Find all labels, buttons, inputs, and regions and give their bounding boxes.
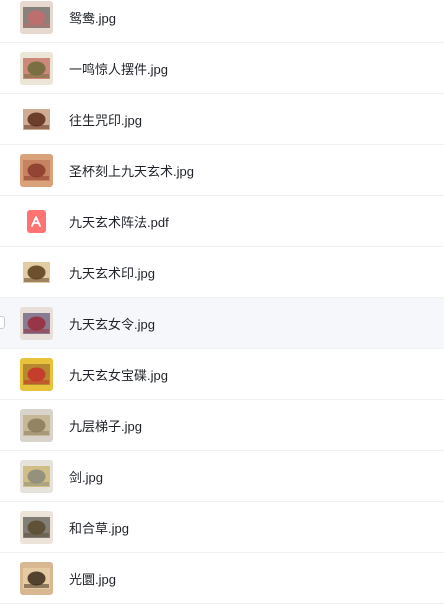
image-thumbnail-icon bbox=[20, 51, 53, 85]
file-name[interactable]: 光圜.jpg bbox=[69, 569, 116, 588]
image-thumbnail-icon bbox=[20, 153, 53, 187]
file-row[interactable]: 光圜.jpg bbox=[0, 553, 444, 604]
image-thumbnail-icon bbox=[20, 357, 53, 391]
image-thumbnail-icon bbox=[20, 306, 53, 340]
file-row[interactable]: 剑.jpg bbox=[0, 451, 444, 502]
file-row[interactable]: 圣杯刻上九天玄术.jpg bbox=[0, 145, 444, 196]
file-row[interactable]: 九天玄女宝碟.jpg bbox=[0, 349, 444, 400]
row-checkbox[interactable] bbox=[0, 316, 5, 329]
file-name[interactable]: 九天玄术阵法.pdf bbox=[69, 212, 169, 231]
file-name[interactable]: 一鸣惊人摆件.jpg bbox=[69, 59, 168, 78]
file-name[interactable]: 圣杯刻上九天玄术.jpg bbox=[69, 161, 194, 180]
file-row[interactable]: 九天玄女令.jpg bbox=[0, 298, 444, 349]
image-thumbnail-icon bbox=[20, 255, 53, 289]
file-name[interactable]: 剑.jpg bbox=[69, 467, 103, 486]
file-name[interactable]: 往生咒印.jpg bbox=[69, 110, 142, 129]
image-thumbnail-icon bbox=[20, 561, 53, 595]
file-name[interactable]: 九层梯子.jpg bbox=[69, 416, 142, 435]
image-thumbnail-icon bbox=[20, 459, 53, 493]
image-thumbnail-icon bbox=[20, 102, 53, 136]
file-name[interactable]: 鸳鸯.jpg bbox=[69, 8, 116, 27]
file-name[interactable]: 九天玄女宝碟.jpg bbox=[69, 365, 168, 384]
file-row[interactable]: 往生咒印.jpg bbox=[0, 94, 444, 145]
file-name[interactable]: 和合草.jpg bbox=[69, 518, 129, 537]
file-row[interactable]: 一鸣惊人摆件.jpg bbox=[0, 43, 444, 94]
pdf-icon bbox=[20, 205, 53, 238]
file-name[interactable]: 九天玄术印.jpg bbox=[69, 263, 155, 282]
image-thumbnail-icon bbox=[20, 0, 53, 34]
file-row[interactable]: 九天玄术印.jpg bbox=[0, 247, 444, 298]
file-row[interactable]: 九层梯子.jpg bbox=[0, 400, 444, 451]
file-row[interactable]: 鸳鸯.jpg bbox=[0, 0, 444, 43]
image-thumbnail-icon bbox=[20, 510, 53, 544]
file-row[interactable]: 九天玄术阵法.pdf bbox=[0, 196, 444, 247]
image-thumbnail-icon bbox=[20, 408, 53, 442]
file-row[interactable]: 和合草.jpg bbox=[0, 502, 444, 553]
file-name[interactable]: 九天玄女令.jpg bbox=[69, 314, 155, 333]
file-list: 鸳鸯.jpg 一鸣惊人摆件.jpg 往生咒印.jpg 圣杯刻上九天玄术.jpg 九天玄术… bbox=[0, 0, 444, 605]
